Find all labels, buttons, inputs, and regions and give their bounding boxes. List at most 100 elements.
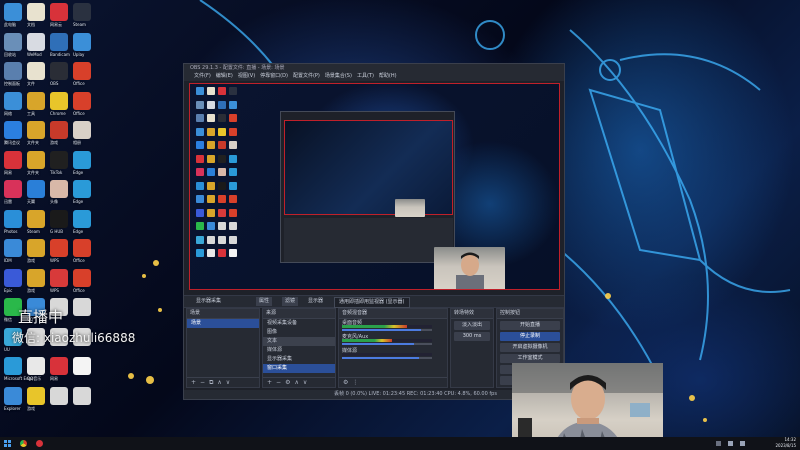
scene-item[interactable]: 场景 [187, 319, 259, 328]
desktop-icon[interactable] [50, 180, 68, 198]
desktop-icon[interactable] [73, 298, 91, 316]
preview-icon [196, 195, 204, 203]
menu-scene-collection[interactable]: 场景集合(S) [325, 72, 352, 81]
source-settings-icon[interactable]: ⚙ [285, 378, 290, 387]
desktop-icon[interactable] [27, 150, 45, 169]
volume-slider[interactable] [342, 343, 432, 345]
desktop-icon-label: 游戏 [27, 258, 35, 263]
source-item[interactable]: 文本 [263, 337, 335, 346]
desktop-icon[interactable] [4, 3, 22, 21]
desktop-icon[interactable] [4, 91, 22, 110]
menu-view[interactable]: 视图(V) [238, 72, 255, 81]
desktop-icon[interactable] [50, 209, 68, 228]
desktop-icon[interactable] [27, 268, 45, 287]
tray-icon[interactable] [716, 441, 721, 446]
add-scene-icon[interactable]: + [191, 378, 196, 387]
desktop-icon[interactable] [4, 357, 22, 375]
desktop-icon[interactable] [27, 209, 45, 228]
desktop-icon[interactable] [50, 268, 68, 287]
properties-button[interactable]: 属性 [256, 297, 273, 306]
obs-title-bar[interactable]: OBS 29.1.3 - 配置文件: 直播 - 场景: 场景 [184, 64, 564, 72]
add-source-icon[interactable]: + [267, 378, 272, 387]
stop-recording-button[interactable]: 停止录制 [500, 332, 560, 341]
move-up-icon[interactable]: ∧ [294, 378, 298, 387]
filters-button[interactable]: 滤镜 [282, 297, 299, 306]
source-item[interactable]: 窗口采集 [263, 364, 335, 373]
desktop-icon[interactable] [4, 268, 22, 287]
desktop-icon[interactable] [50, 386, 68, 405]
desktop-icon[interactable] [73, 239, 91, 257]
desktop-icon[interactable] [73, 357, 91, 375]
app-taskbar-icon[interactable] [36, 440, 43, 447]
desktop-icon[interactable] [73, 62, 91, 80]
desktop-icon[interactable] [4, 62, 22, 80]
transition-duration[interactable]: 300 ms [454, 332, 490, 341]
network-icon[interactable] [728, 441, 733, 446]
desktop-icon[interactable] [4, 386, 22, 405]
remove-scene-icon[interactable]: − [200, 378, 205, 387]
desktop-icon[interactable] [27, 3, 45, 21]
desktop-icon[interactable] [50, 239, 68, 257]
desktop-icon[interactable] [73, 180, 91, 198]
source-item[interactable]: 视频采集设备 [263, 319, 335, 328]
desktop-icon[interactable] [4, 239, 22, 257]
source-item[interactable]: 媒体源 [263, 346, 335, 355]
desktop-icon[interactable] [73, 121, 91, 139]
studio-mode-button[interactable]: 工作室模式 [500, 354, 560, 363]
volume-slider[interactable] [342, 329, 432, 331]
desktop-icon[interactable] [50, 91, 68, 110]
source-item[interactable]: 显示器采集 [263, 355, 335, 364]
desktop-icon[interactable] [73, 91, 91, 110]
desktop-icon[interactable] [50, 150, 68, 169]
scene-filter-icon[interactable]: ⧉ [209, 378, 213, 387]
mixer-menu-icon[interactable]: ⋮ [352, 378, 358, 387]
desktop-icon[interactable] [4, 32, 22, 51]
desktop-icon[interactable] [4, 209, 22, 228]
mixer-settings-icon[interactable]: ⚙ [343, 378, 348, 387]
desktop-icon[interactable] [73, 150, 91, 169]
move-down-icon[interactable]: ∨ [303, 378, 307, 387]
desktop-icon[interactable] [50, 357, 68, 375]
menu-tools[interactable]: 工具(T) [357, 72, 374, 81]
menu-docks[interactable]: 停靠窗口(D) [260, 72, 288, 81]
menu-help[interactable]: 帮助(H) [379, 72, 397, 81]
volume-icon[interactable] [740, 441, 745, 446]
transition-select[interactable]: 淡入淡出 [454, 321, 490, 330]
obs-preview[interactable] [189, 83, 560, 290]
desktop-icon[interactable] [27, 62, 45, 80]
desktop-icon[interactable] [27, 386, 45, 405]
source-item[interactable]: 图像 [263, 328, 335, 337]
menu-edit[interactable]: 编辑(E) [216, 72, 233, 81]
desktop-icon[interactable] [73, 32, 91, 51]
desktop-icon[interactable] [27, 32, 45, 51]
desktop-icon[interactable] [4, 121, 22, 139]
desktop-icon[interactable] [50, 3, 68, 21]
desktop-icon[interactable] [73, 3, 91, 21]
desktop-icon[interactable] [50, 32, 68, 51]
preview-icon [229, 114, 237, 122]
volume-slider[interactable] [342, 357, 432, 359]
desktop-icon[interactable] [73, 209, 91, 228]
virtual-camera-button[interactable]: 开启虚拟摄像机 [500, 343, 560, 352]
menu-profile[interactable]: 配置文件(P) [293, 72, 320, 81]
desktop-icon[interactable] [27, 121, 45, 139]
desktop-icon[interactable] [27, 239, 45, 257]
desktop-icon[interactable] [27, 357, 45, 375]
desktop-icon[interactable] [73, 268, 91, 287]
desktop-icon[interactable] [27, 91, 45, 110]
display-select[interactable]: 通用即插即用监视器 (显示器) [334, 297, 410, 308]
chrome-taskbar-icon[interactable] [20, 440, 27, 447]
desktop-icon[interactable] [50, 121, 68, 139]
remove-source-icon[interactable]: − [276, 378, 281, 387]
move-down-icon[interactable]: ∨ [226, 378, 230, 387]
taskbar-clock[interactable]: 14:32 2023/8/15 [758, 437, 796, 449]
move-up-icon[interactable]: ∧ [217, 378, 221, 387]
desktop-icon[interactable] [4, 180, 22, 198]
desktop-icon[interactable] [50, 62, 68, 80]
menu-file[interactable]: 文件(F) [194, 72, 211, 81]
desktop-icon[interactable] [27, 180, 45, 198]
desktop-icon[interactable] [4, 150, 22, 169]
desktop-icon[interactable] [73, 386, 91, 405]
start-icon[interactable] [4, 440, 11, 447]
start-streaming-button[interactable]: 开始直播 [500, 321, 560, 330]
